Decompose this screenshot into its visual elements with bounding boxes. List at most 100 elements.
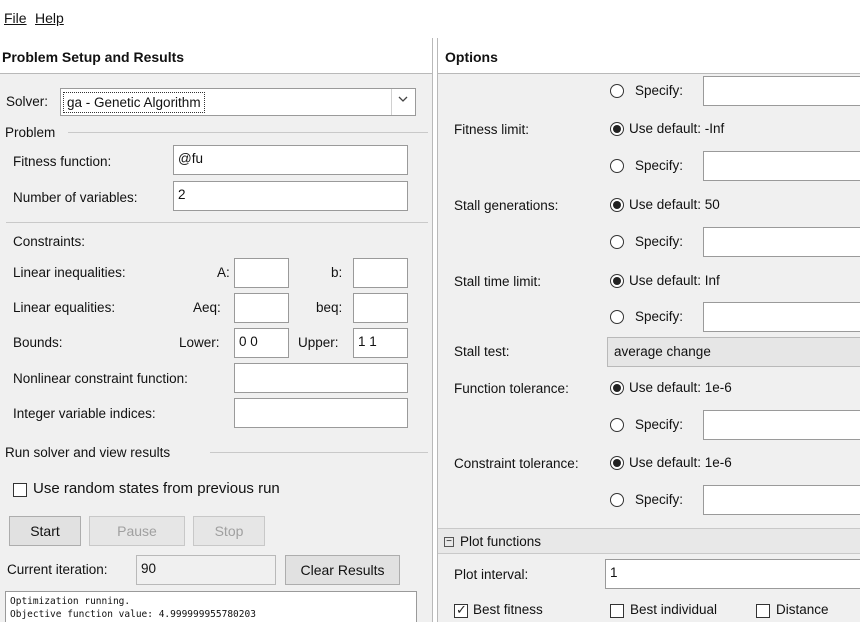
fitness-limit-default-label: Use default: -Inf bbox=[629, 121, 725, 136]
function-tolerance-default-radio[interactable] bbox=[610, 381, 624, 395]
options-header: Options bbox=[438, 38, 860, 74]
current-iteration-value: 90 bbox=[136, 555, 276, 585]
stall-generations-specify-label: Specify: bbox=[635, 234, 684, 249]
output-line: Objective function value: 4.999999955780… bbox=[10, 609, 256, 620]
bounds-label: Bounds: bbox=[13, 335, 63, 350]
beq-label: beq: bbox=[316, 300, 343, 315]
upper-bound-input[interactable]: 1 1 bbox=[353, 328, 408, 358]
solver-label: Solver: bbox=[6, 94, 49, 109]
b-vector-input[interactable] bbox=[353, 258, 408, 288]
fitness-limit-specify-label: Specify: bbox=[635, 158, 684, 173]
aeq-label: Aeq: bbox=[193, 300, 221, 315]
constraints-divider bbox=[6, 222, 428, 223]
constraint-tolerance-specify-radio[interactable] bbox=[610, 493, 624, 507]
stall-generations-default-radio[interactable] bbox=[610, 198, 624, 212]
run-solver-group-line bbox=[210, 452, 428, 453]
linear-equalities-label: Linear equalities: bbox=[13, 300, 116, 315]
menu-help[interactable]: Help bbox=[35, 10, 64, 26]
fitness-limit-specify-input[interactable] bbox=[703, 151, 860, 181]
stall-test-select[interactable]: average change bbox=[607, 337, 860, 367]
stall-time-limit-label: Stall time limit: bbox=[454, 274, 542, 289]
select-divider bbox=[391, 89, 392, 115]
constraints-title: Constraints: bbox=[13, 234, 86, 249]
number-of-variables-input[interactable]: 2 bbox=[173, 181, 408, 211]
function-tolerance-default-label: Use default: 1e-6 bbox=[629, 380, 732, 395]
current-iteration-label: Current iteration: bbox=[7, 562, 108, 577]
aeq-matrix-input[interactable] bbox=[234, 293, 289, 323]
linear-inequalities-label: Linear inequalities: bbox=[13, 265, 126, 280]
constraint-tolerance-label: Constraint tolerance: bbox=[454, 456, 579, 471]
stall-time-specify-input[interactable] bbox=[703, 302, 860, 332]
plot-interval-label: Plot interval: bbox=[454, 567, 529, 582]
stall-time-specify-radio[interactable] bbox=[610, 310, 624, 324]
a-matrix-input[interactable] bbox=[234, 258, 289, 288]
distance-checkbox[interactable] bbox=[756, 604, 770, 618]
distance-label: Distance bbox=[776, 602, 829, 617]
best-individual-checkbox[interactable] bbox=[610, 604, 624, 618]
plot-functions-section-header[interactable]: − Plot functions bbox=[438, 528, 860, 554]
stall-time-default-label: Use default: Inf bbox=[629, 273, 720, 288]
plot-interval-input[interactable]: 1 bbox=[605, 559, 860, 589]
problem-group-line bbox=[68, 132, 428, 133]
function-tolerance-specify-label: Specify: bbox=[635, 417, 684, 432]
random-states-checkbox[interactable] bbox=[13, 483, 27, 497]
chevron-down-icon bbox=[397, 93, 409, 108]
pause-button[interactable]: Pause bbox=[89, 516, 185, 546]
best-fitness-label: Best fitness bbox=[473, 602, 543, 617]
menu-bar: File Help bbox=[0, 0, 860, 34]
stall-time-default-radio[interactable] bbox=[610, 274, 624, 288]
beq-vector-input[interactable] bbox=[353, 293, 408, 323]
b-label: b: bbox=[331, 265, 343, 280]
stall-generations-default-label: Use default: 50 bbox=[629, 197, 720, 212]
function-tolerance-specify-input[interactable] bbox=[703, 410, 860, 440]
constraint-tolerance-specify-label: Specify: bbox=[635, 492, 684, 507]
output-line: Optimization running. bbox=[10, 596, 131, 607]
options-pane: Options Specify: Fitness limit: Use defa… bbox=[437, 38, 860, 622]
stall-generations-specify-radio[interactable] bbox=[610, 235, 624, 249]
fitness-function-input[interactable]: @fu bbox=[173, 145, 408, 175]
stall-generations-label: Stall generations: bbox=[454, 198, 559, 213]
lower-bound-label: Lower: bbox=[179, 335, 220, 350]
random-states-label: Use random states from previous run bbox=[33, 480, 280, 497]
upper-bound-label: Upper: bbox=[298, 335, 339, 350]
solver-selected-value: ga - Genetic Algorithm bbox=[63, 92, 205, 113]
constraint-tolerance-default-label: Use default: 1e-6 bbox=[629, 455, 732, 470]
stop-button[interactable]: Stop bbox=[193, 516, 265, 546]
clear-results-button[interactable]: Clear Results bbox=[285, 555, 400, 585]
lower-bound-input[interactable]: 0 0 bbox=[234, 328, 289, 358]
problem-group-title: Problem bbox=[5, 125, 56, 140]
specify-input[interactable] bbox=[703, 76, 860, 106]
menu-file[interactable]: File bbox=[4, 10, 27, 26]
run-solver-group-title: Run solver and view results bbox=[5, 445, 171, 460]
stall-time-specify-label: Specify: bbox=[635, 309, 684, 324]
function-tolerance-label: Function tolerance: bbox=[454, 381, 569, 396]
best-fitness-checkbox[interactable] bbox=[454, 602, 468, 618]
stall-generations-specify-input[interactable] bbox=[703, 227, 860, 257]
nonlinear-constraint-input[interactable] bbox=[234, 363, 408, 393]
constraint-tolerance-specify-input[interactable] bbox=[703, 485, 860, 515]
start-button[interactable]: Start bbox=[9, 516, 81, 546]
specify-radio[interactable] bbox=[610, 84, 624, 98]
results-output: Optimization running. Objective function… bbox=[5, 591, 417, 622]
constraint-tolerance-default-radio[interactable] bbox=[610, 456, 624, 470]
menu-help-label: Help bbox=[35, 10, 64, 26]
specify-label: Specify: bbox=[635, 83, 684, 98]
problem-setup-header: Problem Setup and Results bbox=[0, 38, 432, 74]
fitness-limit-default-radio[interactable] bbox=[610, 122, 624, 136]
collapse-icon: − bbox=[444, 537, 454, 548]
fitness-limit-specify-radio[interactable] bbox=[610, 159, 624, 173]
plot-functions-title: Plot functions bbox=[460, 534, 542, 549]
integer-variable-indices-input[interactable] bbox=[234, 398, 408, 428]
best-individual-label: Best individual bbox=[630, 602, 718, 617]
stall-test-label: Stall test: bbox=[454, 344, 510, 359]
integer-variable-indices-label: Integer variable indices: bbox=[13, 406, 156, 421]
fitness-limit-label: Fitness limit: bbox=[454, 122, 530, 137]
function-tolerance-specify-radio[interactable] bbox=[610, 418, 624, 432]
a-label: A: bbox=[217, 265, 230, 280]
solver-select[interactable]: ga - Genetic Algorithm bbox=[60, 88, 416, 116]
problem-setup-pane: Problem Setup and Results Solver: ga - G… bbox=[0, 38, 433, 622]
menu-file-label: File bbox=[4, 10, 27, 26]
number-of-variables-label: Number of variables: bbox=[13, 190, 138, 205]
nonlinear-constraint-label: Nonlinear constraint function: bbox=[13, 371, 188, 386]
fitness-function-label: Fitness function: bbox=[13, 154, 112, 169]
